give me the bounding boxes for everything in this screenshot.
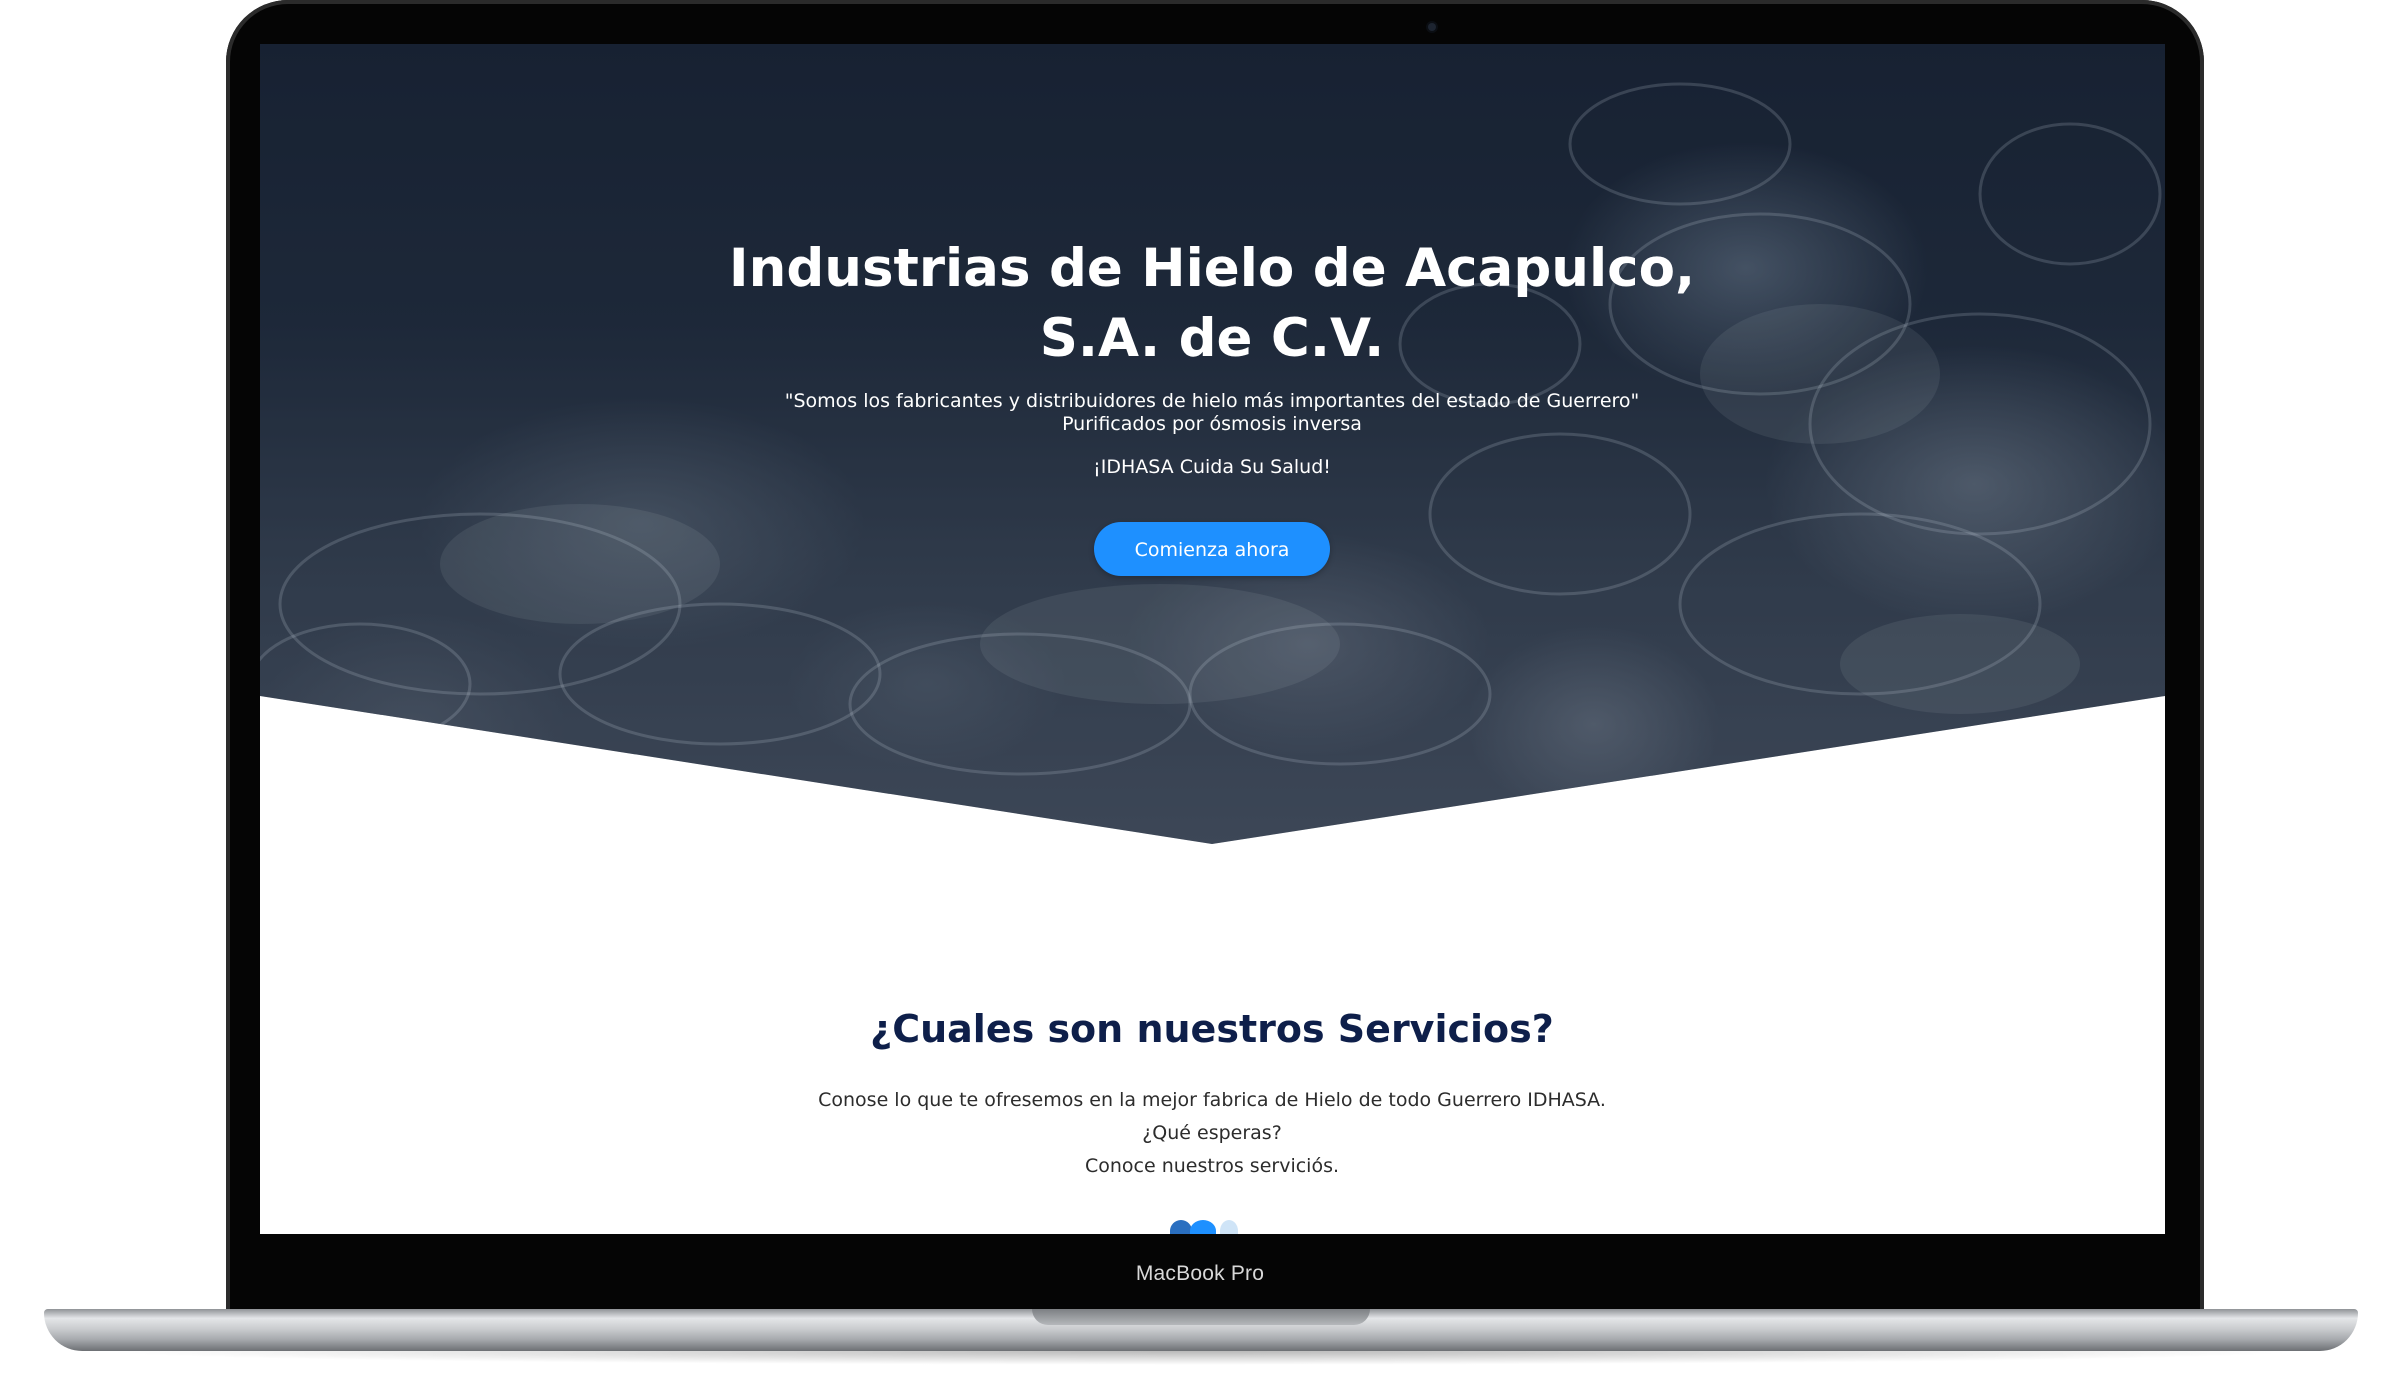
device-label: MacBook Pro	[1135, 1262, 1265, 1285]
laptop-shadow	[90, 1351, 2310, 1365]
services-description: Conose lo que te ofresemos en la mejor f…	[762, 1084, 1662, 1183]
start-now-button[interactable]: Comienza ahora	[1094, 522, 1330, 576]
laptop-screen: Industrias de Hielo de Acapulco, S.A. de…	[260, 44, 2165, 1234]
hero-subtitle-line2: Purificados por ósmosis inversa	[1062, 413, 1362, 435]
services-line2: ¿Qué esperas?	[1142, 1122, 1282, 1144]
hero-subtitle: "Somos los fabricantes y distribuidores …	[712, 390, 1712, 436]
services-line1: Conose lo que te ofresemos en la mejor f…	[818, 1089, 1606, 1111]
services-line3: Conoce nuestros serviciós.	[1084, 1155, 1340, 1177]
ice-texture-image	[260, 82, 2162, 776]
services-title: ¿Cuales son nuestros Servicios?	[870, 1007, 1554, 1051]
idhasa-logo-partial	[1166, 1220, 1258, 1234]
hero-title: Industrias de Hielo de Acapulco, S.A. de…	[612, 234, 1812, 374]
hero-subtitle-line1: "Somos los fabricantes y distribuidores …	[784, 390, 1640, 412]
webcam-icon	[1428, 23, 1436, 31]
hero-section: Industrias de Hielo de Acapulco, S.A. de…	[260, 44, 2165, 844]
mockup-stage: Industrias de Hielo de Acapulco, S.A. de…	[0, 0, 2401, 1376]
hero-title-line2: S.A. de C.V.	[1039, 308, 1385, 369]
hero-tagline: ¡IDHASA Cuida Su Salud!	[1093, 456, 1331, 478]
hero-title-line1: Industrias de Hielo de Acapulco,	[728, 238, 1696, 299]
laptop-lid-notch	[1032, 1309, 1370, 1325]
